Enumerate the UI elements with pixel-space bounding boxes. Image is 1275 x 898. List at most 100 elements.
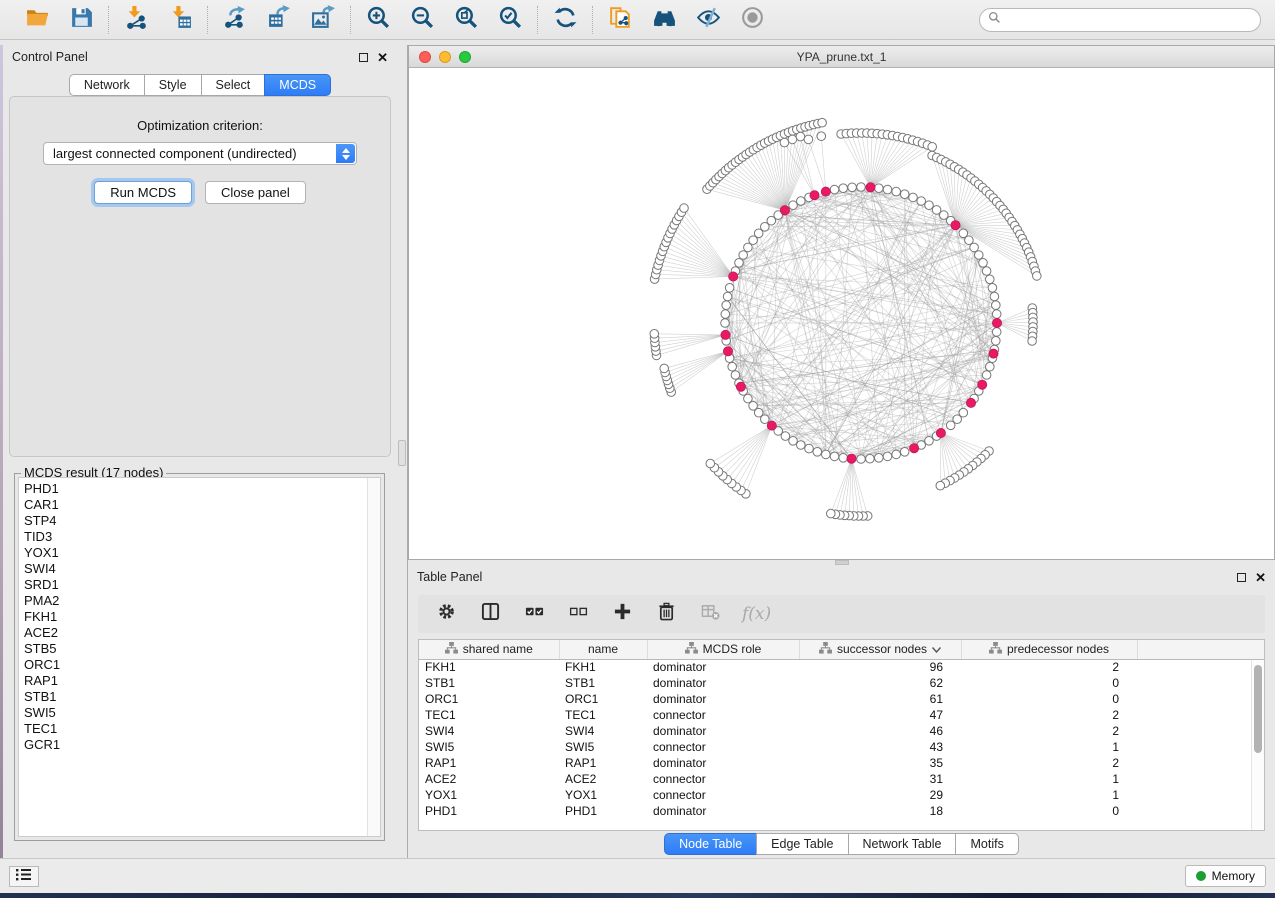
table-row[interactable]: SWI4SWI4dominator462	[419, 723, 1264, 739]
table-cell[interactable]: SWI4	[559, 723, 647, 739]
mcds-result-item[interactable]: TEC1	[19, 721, 380, 737]
mcds-result-item[interactable]: ORC1	[19, 657, 380, 673]
run-mcds-button[interactable]: Run MCDS	[94, 181, 192, 204]
table-cell[interactable]: 61	[799, 691, 961, 707]
table-cell[interactable]: 31	[799, 771, 961, 787]
table-cell[interactable]: 29	[799, 787, 961, 803]
table-row[interactable]: YOX1YOX1connector291	[419, 787, 1264, 803]
table-row[interactable]: ORC1ORC1dominator610	[419, 691, 1264, 707]
fit-selected-button[interactable]	[496, 6, 524, 34]
table-cell[interactable]: RAP1	[419, 755, 559, 771]
delete-table-button[interactable]	[698, 602, 722, 626]
mcds-result-item[interactable]: FKH1	[19, 609, 380, 625]
mcds-result-item[interactable]: CAR1	[19, 497, 380, 513]
table-cell[interactable]: 1	[961, 787, 1137, 803]
memory-button[interactable]: Memory	[1185, 865, 1266, 887]
table-cell[interactable]: TEC1	[419, 707, 559, 723]
zoom-out-button[interactable]	[408, 6, 436, 34]
table-cell[interactable]: 47	[799, 707, 961, 723]
table-cell[interactable]: RAP1	[559, 755, 647, 771]
column-browser-button[interactable]	[478, 602, 502, 626]
tab-style[interactable]: Style	[144, 74, 201, 96]
table-cell[interactable]: 18	[799, 803, 961, 819]
table-cell[interactable]: 46	[799, 723, 961, 739]
mcds-result-item[interactable]: YOX1	[19, 545, 380, 561]
table-row[interactable]: FKH1FKH1dominator962	[419, 659, 1264, 675]
mcds-result-item[interactable]: RAP1	[19, 673, 380, 689]
open-session-button[interactable]	[23, 6, 51, 34]
table-tab-node-table[interactable]: Node Table	[664, 833, 756, 855]
close-panel-button[interactable]: Close panel	[205, 181, 306, 204]
equation-builder-button[interactable]: f(x)	[742, 604, 771, 624]
export-table-button[interactable]	[265, 6, 293, 34]
table-settings-button[interactable]	[434, 602, 458, 626]
table-cell[interactable]: connector	[647, 787, 799, 803]
mcds-result-item[interactable]: GCR1	[19, 737, 380, 753]
table-row[interactable]: STB1STB1dominator620	[419, 675, 1264, 691]
table-cell[interactable]: dominator	[647, 723, 799, 739]
table-tab-motifs[interactable]: Motifs	[955, 833, 1018, 855]
table-cell[interactable]: dominator	[647, 803, 799, 819]
table-tab-network-table[interactable]: Network Table	[848, 833, 956, 855]
table-cell[interactable]: dominator	[647, 691, 799, 707]
select-all-button[interactable]	[522, 602, 546, 626]
close-panel-icon[interactable]: ✕	[377, 51, 388, 64]
mcds-result-item[interactable]: SRD1	[19, 577, 380, 593]
table-tab-edge-table[interactable]: Edge Table	[756, 833, 847, 855]
fit-content-button[interactable]	[452, 6, 480, 34]
column-header-mcds-role[interactable]: MCDS role	[647, 640, 799, 659]
mcds-result-item[interactable]: ACE2	[19, 625, 380, 641]
network-canvas[interactable]	[409, 68, 1274, 559]
import-table-button[interactable]	[166, 6, 194, 34]
tab-select[interactable]: Select	[201, 74, 265, 96]
table-cell[interactable]: dominator	[647, 755, 799, 771]
table-cell[interactable]: STB1	[419, 675, 559, 691]
table-cell[interactable]: connector	[647, 739, 799, 755]
mcds-result-item[interactable]: TID3	[19, 529, 380, 545]
table-cell[interactable]: 0	[961, 675, 1137, 691]
split-pane-handle[interactable]	[398, 440, 406, 466]
mcds-result-item[interactable]: SWI4	[19, 561, 380, 577]
table-cell[interactable]: dominator	[647, 659, 799, 675]
table-scrollbar-thumb[interactable]	[1254, 665, 1262, 753]
table-cell[interactable]: 62	[799, 675, 961, 691]
table-cell[interactable]: ORC1	[559, 691, 647, 707]
tab-network[interactable]: Network	[69, 74, 144, 96]
export-image-button[interactable]	[309, 6, 337, 34]
criterion-select[interactable]: largest connected component (undirected)	[43, 142, 357, 165]
table-cell[interactable]: 2	[961, 723, 1137, 739]
float-table-panel-icon[interactable]	[1237, 573, 1246, 582]
table-row[interactable]: SWI5SWI5connector431	[419, 739, 1264, 755]
search-input[interactable]	[1001, 13, 1252, 27]
mcds-result-item[interactable]: STP4	[19, 513, 380, 529]
float-panel-icon[interactable]	[359, 53, 368, 62]
hide-selected-button[interactable]	[694, 6, 722, 34]
table-cell[interactable]: 2	[961, 659, 1137, 675]
network-window-titlebar[interactable]: YPA_prune.txt_1	[409, 46, 1274, 68]
column-header-successor-nodes[interactable]: successor nodes	[799, 640, 961, 659]
table-cell[interactable]: 2	[961, 707, 1137, 723]
export-network-button[interactable]	[221, 6, 249, 34]
save-session-button[interactable]	[67, 6, 95, 34]
delete-row-button[interactable]	[654, 602, 678, 626]
table-cell[interactable]: 1	[961, 739, 1137, 755]
table-cell[interactable]: STB1	[559, 675, 647, 691]
tab-mcds[interactable]: MCDS	[264, 74, 331, 96]
mcds-list-scrollbar[interactable]	[367, 478, 380, 836]
table-cell[interactable]: SWI5	[559, 739, 647, 755]
close-table-panel-icon[interactable]: ✕	[1255, 571, 1266, 584]
show-all-button[interactable]	[738, 6, 766, 34]
table-row[interactable]: PHD1PHD1dominator180	[419, 803, 1264, 819]
mcds-result-item[interactable]: PMA2	[19, 593, 380, 609]
table-cell[interactable]: 0	[961, 691, 1137, 707]
column-header-name[interactable]: name	[559, 640, 647, 659]
table-cell[interactable]: ACE2	[419, 771, 559, 787]
table-cell[interactable]: 96	[799, 659, 961, 675]
table-cell[interactable]: ACE2	[559, 771, 647, 787]
network-graph[interactable]	[409, 68, 1274, 559]
apply-layout-button[interactable]	[551, 6, 579, 34]
table-cell[interactable]: YOX1	[419, 787, 559, 803]
table-row[interactable]: ACE2ACE2connector311	[419, 771, 1264, 787]
table-row[interactable]: RAP1RAP1dominator352	[419, 755, 1264, 771]
mcds-result-item[interactable]: STB1	[19, 689, 380, 705]
